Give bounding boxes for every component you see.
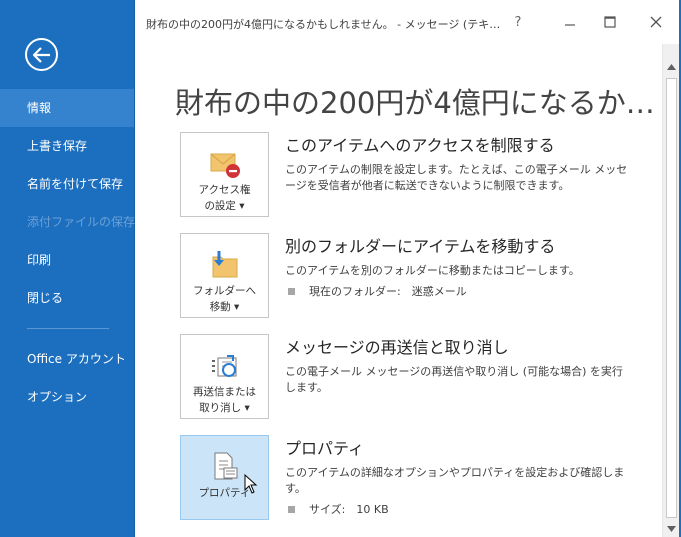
resend-recall-button[interactable]: 再送信または 取り消し ▾ — [180, 334, 269, 419]
nav-item-save-attachments: 添付ファイルの保存 — [27, 215, 136, 229]
page-title: 財布の中の200円が4億円になるか… — [175, 86, 655, 120]
section-info: プロパティ このアイテムの詳細なオプションやプロパティを設定および確認します。 … — [285, 435, 630, 517]
tile-label: 移動 ▾ — [209, 301, 240, 313]
backstage-nav: 情報 上書き保存 名前を付けて保存 添付ファイルの保存 印刷 閉じる Offic… — [0, 89, 136, 416]
section-info: メッセージの再送信と取り消し この電子メール メッセージの再送信や取り消し (可… — [285, 334, 630, 396]
resend-recall-icon — [207, 349, 243, 383]
move-to-folder-icon — [207, 248, 243, 282]
section-heading: 別のフォルダーにアイテムを移動する — [285, 237, 556, 256]
bullet-icon — [288, 287, 295, 295]
size-info: サイズ: 10 KB — [285, 501, 630, 517]
section-info: このアイテムへのアクセスを制限する このアイテムの制限を設定します。たとえば、こ… — [285, 132, 630, 194]
nav-item-office-account[interactable]: Office アカウント — [0, 340, 134, 378]
access-permission-button[interactable]: アクセス権 の設定 ▾ — [180, 132, 269, 217]
nav-divider — [27, 328, 109, 329]
window-title: 財布の中の200円が4億円になるかもしれません。 - メッセージ (テキ… — [146, 18, 501, 31]
minimize-button[interactable] — [553, 8, 587, 36]
tile-label: 再送信または — [193, 386, 256, 398]
tile-label: の設定 ▾ — [204, 200, 245, 212]
nav-item-close[interactable]: 閉じる — [0, 279, 134, 317]
section-description: この電子メール メッセージの再送信や取り消し (可能な場合) を実行します。 — [285, 365, 623, 394]
section-heading: プロパティ — [285, 439, 365, 458]
close-button[interactable] — [639, 8, 673, 36]
current-folder-text: 現在のフォルダー: 迷惑メール — [309, 285, 467, 298]
section-info: 別のフォルダーにアイテムを移動する このアイテムを別のフォルダーに移動またはコピ… — [285, 233, 630, 299]
move-to-folder-button[interactable]: フォルダーへ 移動 ▾ — [180, 233, 269, 318]
section-heading: このアイテムへのアクセスを制限する — [285, 136, 555, 155]
tile-label: プロパティ — [198, 487, 251, 499]
nav-item-options[interactable]: オプション — [0, 378, 134, 416]
nav-item-save-as[interactable]: 名前を付けて保存 — [0, 165, 134, 203]
bullet-icon — [288, 505, 295, 513]
info-pane: 財布の中の200円が4億円になるか… アクセス権 の設定 ▾ このアイテムへのア… — [135, 44, 662, 537]
section-description: このアイテムの詳細なオプションやプロパティを設定および確認します。 — [285, 466, 625, 495]
tile-label: フォルダーへ — [193, 285, 256, 297]
vertical-scrollbar[interactable] — [662, 44, 679, 537]
title-bar: 財布の中の200円が4億円になるかもしれません。 - メッセージ (テキ… ? — [135, 0, 681, 44]
nav-item-save[interactable]: 上書き保存 — [0, 127, 134, 165]
envelope-restrict-icon — [207, 147, 243, 181]
size-text: サイズ: 10 KB — [309, 503, 389, 516]
current-folder-info: 現在のフォルダー: 迷惑メール — [285, 283, 630, 299]
scroll-down-icon[interactable] — [663, 520, 680, 537]
section-description: このアイテムを別のフォルダーに移動またはコピーします。 — [285, 264, 580, 277]
section-description: このアイテムの制限を設定します。たとえば、この電子メール メッセージを受信者が他… — [285, 163, 628, 192]
backstage-sidebar: 情報 上書き保存 名前を付けて保存 添付ファイルの保存 印刷 閉じる Offic… — [0, 0, 135, 537]
back-arrow-icon[interactable] — [25, 38, 58, 71]
help-icon[interactable]: ? — [501, 8, 535, 36]
nav-item-info[interactable]: 情報 — [0, 89, 134, 127]
properties-button[interactable]: プロパティ — [180, 435, 269, 520]
minimize-icon — [565, 24, 575, 26]
maximize-button[interactable] — [593, 8, 627, 36]
maximize-icon — [604, 16, 616, 28]
scrollbar-thumb[interactable] — [666, 78, 677, 518]
scroll-up-icon[interactable] — [663, 58, 680, 75]
tile-label: アクセス権 — [198, 184, 251, 196]
close-icon — [650, 16, 662, 28]
tile-label: 取り消し ▾ — [199, 402, 250, 414]
mouse-cursor-icon — [244, 474, 258, 494]
properties-icon — [207, 450, 243, 484]
section-heading: メッセージの再送信と取り消し — [285, 338, 509, 357]
nav-item-print[interactable]: 印刷 — [0, 241, 134, 279]
